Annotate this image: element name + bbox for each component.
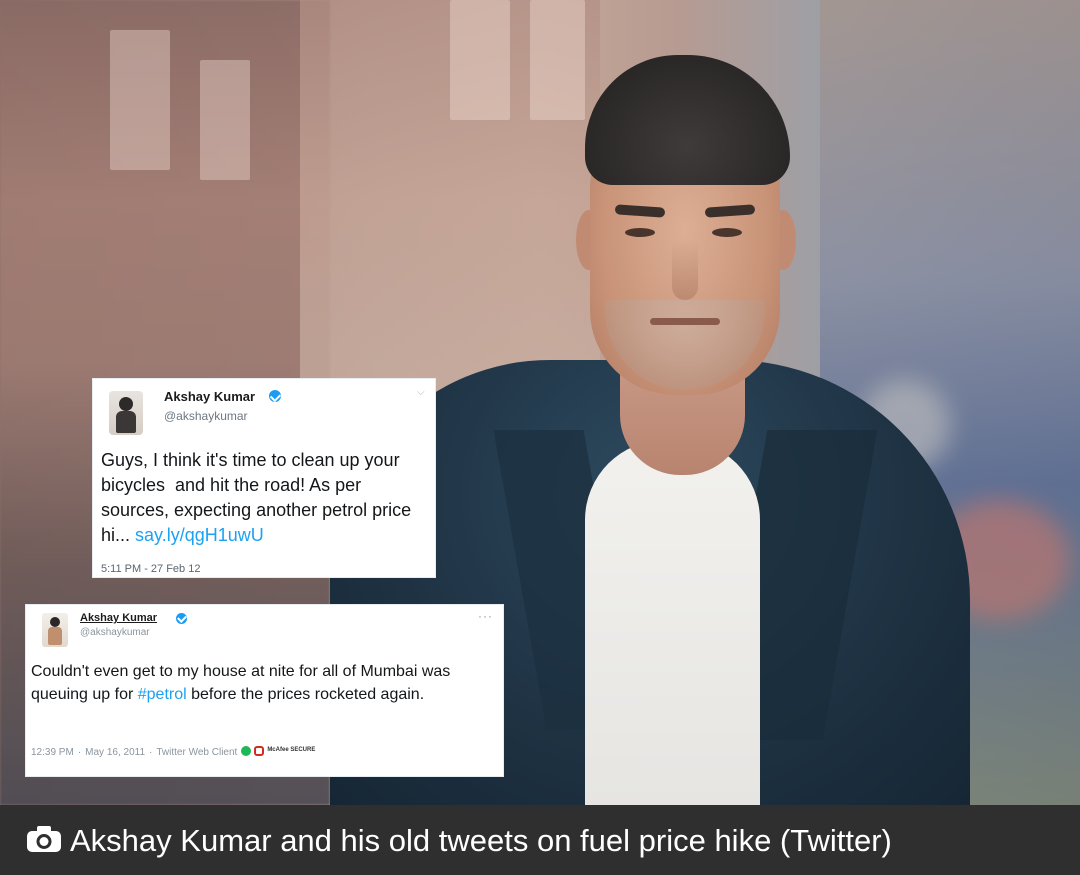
tweet-text: Guys, I think it's time to clean up your… (101, 448, 431, 548)
more-icon[interactable]: ··· (478, 609, 493, 623)
tweet-client[interactable]: Twitter Web Client (156, 747, 237, 758)
avatar-head (50, 617, 60, 627)
tweet-text: Couldn't even get to my house at nite fo… (31, 660, 501, 706)
tweet-date[interactable]: May 16, 2011 (85, 747, 145, 758)
verified-badge-icon (176, 613, 187, 624)
hair (585, 55, 790, 185)
mcafee-shield-icon (254, 746, 265, 757)
avatar[interactable] (109, 391, 143, 435)
verified-badge-icon (269, 390, 281, 402)
mcafee-secure-label: McAfee SECURE (267, 747, 316, 754)
tweet-author-handle[interactable]: @akshaykumar (164, 409, 248, 423)
eye-left (625, 228, 655, 237)
tweet-author-name[interactable]: Akshay Kumar (164, 389, 255, 404)
photo-caption-bar: Akshay Kumar and his old tweets on fuel … (0, 805, 1080, 875)
avatar[interactable] (42, 613, 68, 647)
tweet-time[interactable]: 12:39 PM (31, 747, 74, 758)
hashtag-petrol[interactable]: #petrol (138, 686, 187, 703)
tweet-author-handle[interactable]: @akshaykumar (80, 627, 150, 638)
shirt (585, 440, 760, 805)
tweet-card-2012[interactable]: Akshay Kumar @akshaykumar ⌵ Guys, I thin… (92, 378, 436, 578)
eye-right (712, 228, 742, 237)
caption-text: Akshay Kumar and his old tweets on fuel … (70, 823, 892, 858)
chevron-down-icon[interactable]: ⌵ (417, 387, 427, 398)
tweet-timestamp[interactable]: 5:11 PM - 27 Feb 12 (101, 563, 200, 575)
avatar-head (119, 397, 133, 411)
avatar-body (48, 627, 62, 645)
tweet-card-2011[interactable]: Akshay Kumar @akshaykumar ··· Couldn't e… (25, 604, 504, 777)
separator: · (77, 747, 82, 758)
camera-icon (27, 826, 61, 852)
tweet-meta: 12:39 PM · May 16, 2011 · Twitter Web Client… (31, 746, 316, 758)
nose (672, 240, 698, 300)
tweet-author-name[interactable]: Akshay Kumar (80, 612, 157, 624)
green-circle-icon (241, 746, 252, 757)
tweet-link[interactable]: say.ly/qgH1uwU (135, 525, 264, 545)
mouth (650, 318, 720, 325)
avatar-body (116, 411, 136, 433)
separator: · (149, 747, 153, 758)
tweet-body-end: before the prices rocketed again. (186, 686, 425, 703)
